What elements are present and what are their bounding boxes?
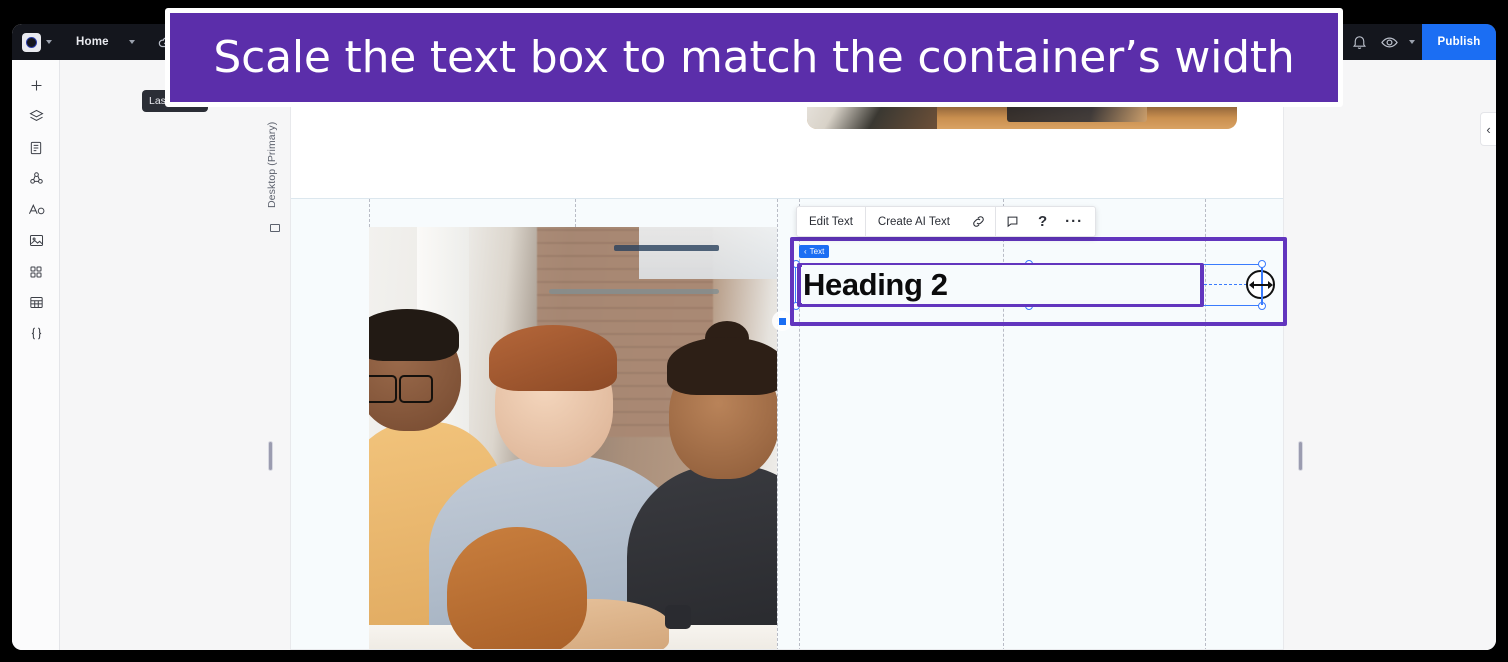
canvas-workspace[interactable]: Desktop (Primary) ‹ Text Heading 2 Edit … <box>60 60 1496 650</box>
nav-chevron-down-icon[interactable] <box>128 40 135 44</box>
page-canvas[interactable] <box>290 92 1284 650</box>
link-icon[interactable] <box>962 207 995 236</box>
bell-icon[interactable] <box>1342 24 1376 60</box>
screen-root: Home Publish Desktop (Primary) ‹ Text He… <box>0 0 1508 662</box>
more-options-icon[interactable]: ··· <box>1056 207 1095 236</box>
table-icon[interactable] <box>12 287 60 318</box>
canvas-resize-handle-left[interactable] <box>268 441 273 471</box>
edit-text-button[interactable]: Edit Text <box>797 207 865 236</box>
create-ai-text-button[interactable]: Create AI Text <box>866 207 962 236</box>
instruction-banner-text: Scale the text box to match the containe… <box>213 32 1295 83</box>
nav-home[interactable]: Home <box>76 36 135 48</box>
components-icon[interactable] <box>12 163 60 194</box>
monitor-icon <box>270 224 280 232</box>
pages-icon[interactable] <box>12 132 60 163</box>
breakpoint-label: Desktop (Primary) <box>266 122 278 209</box>
app-logo-icon <box>22 32 41 52</box>
left-tool-rail <box>12 60 60 650</box>
apps-grid-icon[interactable] <box>12 256 60 287</box>
add-icon[interactable] <box>12 70 60 101</box>
code-braces-icon[interactable] <box>12 318 60 349</box>
badge-label: Text <box>809 247 825 256</box>
typography-icon[interactable] <box>12 194 60 225</box>
instruction-banner: Scale the text box to match the containe… <box>165 8 1343 107</box>
help-icon[interactable]: ? <box>1029 207 1056 236</box>
eye-icon[interactable] <box>1376 24 1402 60</box>
horizontal-resize-cursor <box>1246 268 1275 305</box>
layers-icon[interactable] <box>12 101 60 132</box>
publish-button[interactable]: Publish <box>1422 24 1496 60</box>
logo-chevron-down-icon[interactable] <box>46 40 52 44</box>
heading-text-element[interactable]: Heading 2 <box>802 265 1200 304</box>
collapse-right-panel-button[interactable]: ‹ <box>1480 112 1496 146</box>
canvas-resize-handle-right[interactable] <box>1298 441 1303 471</box>
eye-chevron-down-icon[interactable] <box>1402 24 1422 60</box>
column-guide <box>777 199 778 649</box>
team-photo-image[interactable] <box>369 227 777 649</box>
text-context-toolbar[interactable]: Edit Text Create AI Text ? ··· <box>796 206 1097 237</box>
app-window: Home Publish Desktop (Primary) ‹ Text He… <box>12 24 1496 650</box>
nav-home-label: Home <box>76 36 109 48</box>
comment-icon[interactable] <box>996 207 1029 236</box>
element-type-badge[interactable]: ‹ Text <box>799 245 830 258</box>
badge-chevron-left-icon: ‹ <box>804 247 807 256</box>
app-logo-button[interactable] <box>12 32 52 52</box>
container-edge-handle[interactable] <box>772 311 792 331</box>
assets-image-icon[interactable] <box>12 225 60 256</box>
chevron-left-icon: ‹ <box>1486 121 1491 137</box>
